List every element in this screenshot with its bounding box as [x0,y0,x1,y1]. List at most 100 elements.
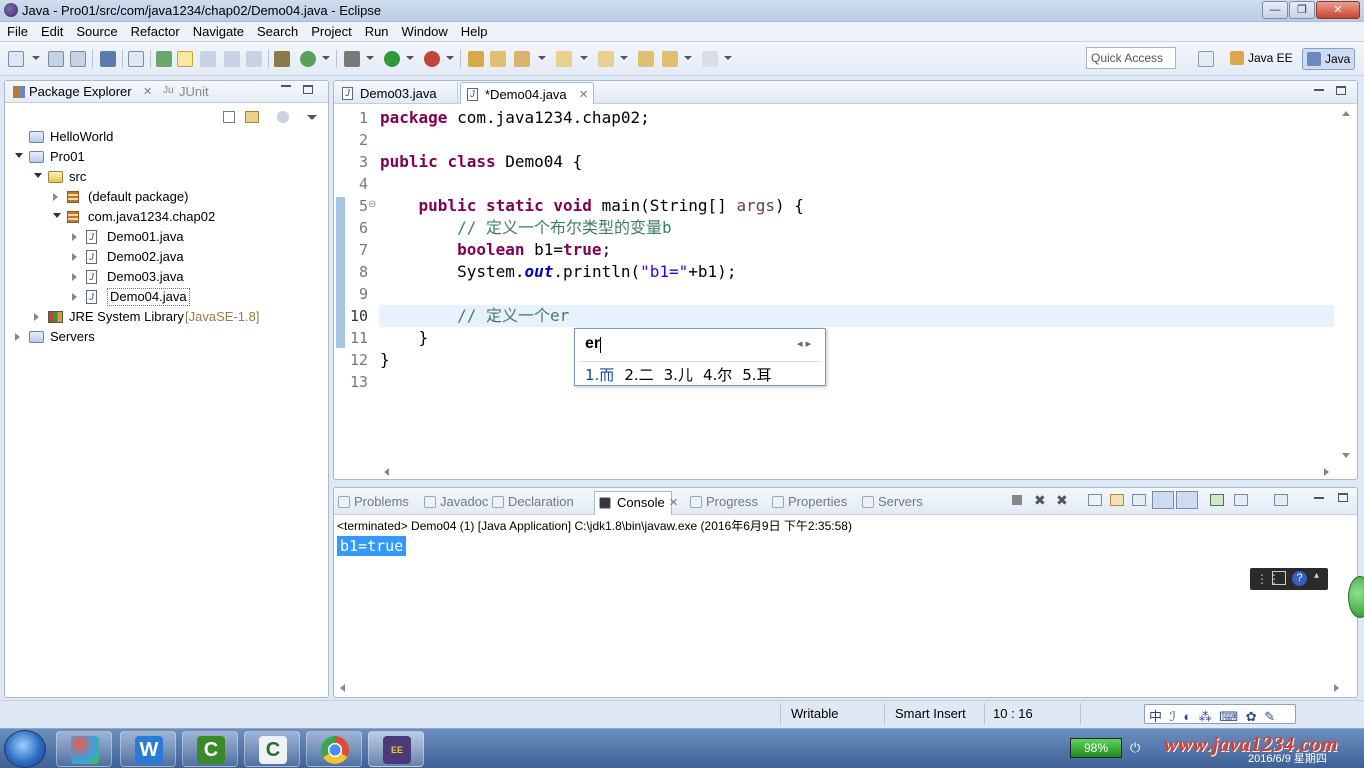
server-icon[interactable] [274,51,290,67]
task-dropdown-icon[interactable] [580,56,588,60]
minimize-console-icon[interactable] [1314,497,1324,499]
ime-status-bar[interactable]: 中 ℐ ◐ ⁂ ⌨ ✿ ✎ [1144,704,1296,724]
close-tab-icon[interactable]: ✕ [669,496,678,509]
code-line[interactable]: boolean b1=true; [380,239,611,261]
menu-refactor[interactable]: Refactor [124,22,186,42]
power-plug-icon[interactable]: ⏻ [1130,740,1140,756]
collapsed-arrow-icon[interactable] [72,233,77,241]
minimize-view-icon[interactable] [281,85,291,87]
collapsed-arrow-icon[interactable] [72,253,77,261]
menu-file[interactable]: File [0,22,34,42]
last-edit-icon[interactable] [638,51,654,67]
terminate-icon[interactable] [1012,495,1022,505]
external-tools-dropdown-icon[interactable] [446,56,454,60]
clear-console-icon[interactable] [1088,494,1102,506]
tab-console[interactable]: Console ✕ [594,491,678,515]
new-class-icon[interactable] [514,51,530,67]
remove-launch-icon[interactable]: ✖ [1034,492,1046,509]
taskbar-app-camtasia-studio[interactable]: C [244,731,300,767]
tab-servers[interactable]: Servers [860,494,923,512]
tab-progress[interactable]: Progress [688,494,758,512]
floating-toolbar[interactable]: ⋮⋮ ? ▴ [1250,568,1328,590]
ime-candidate[interactable]: 3.儿 [664,364,693,385]
expanded-arrow-icon[interactable] [53,213,61,218]
menu-source[interactable]: Source [69,22,123,42]
refresh-dropdown-icon[interactable] [322,56,330,60]
horizontal-scrollbar[interactable] [380,465,1335,479]
tree-item[interactable]: J Demo04.java [5,287,325,307]
menu-search[interactable]: Search [250,22,304,42]
word-wrap-console-icon[interactable] [1132,494,1146,506]
terminal-icon[interactable] [100,51,116,67]
perspective-java-ee[interactable]: Java EE [1226,48,1297,70]
code-line[interactable]: package com.java1234.chap02; [380,107,650,129]
external-tools-icon[interactable] [424,51,440,67]
tree-item[interactable]: J Demo01.java [5,227,325,247]
menu-run[interactable]: Run [358,22,395,42]
close-tab-icon[interactable]: ✕ [143,85,152,98]
code-line[interactable]: // 定义一个er [380,305,569,327]
taskbar-app-word[interactable]: W [120,731,176,767]
scroll-up-icon[interactable] [1342,111,1350,116]
show-whitespace-icon[interactable] [246,51,262,67]
scroll-down-icon[interactable] [1342,453,1350,458]
tree-item[interactable]: Pro01 [5,147,325,167]
mark-occurrences-icon[interactable] [177,51,193,67]
debug-icon[interactable] [344,51,360,67]
menu-window[interactable]: Window [395,22,454,42]
collapse-icon[interactable]: ▴ [1314,570,1319,581]
block-selection-icon[interactable] [200,51,216,67]
collapsed-arrow-icon[interactable] [72,293,77,301]
menu-navigate[interactable]: Navigate [186,22,250,42]
forward-dropdown-icon[interactable] [724,56,732,60]
tree-item[interactable]: com.java1234.chap02 [5,207,325,227]
ime-candidate[interactable]: 1.而 [585,364,614,385]
focus-on-active-task-icon[interactable] [277,111,289,123]
collapsed-arrow-icon[interactable] [34,313,39,321]
close-tab-icon[interactable]: ✕ [579,88,588,101]
new-package-icon[interactable] [490,51,506,67]
perspective-java[interactable]: Java [1302,48,1356,70]
ime-page-arrows-icon[interactable]: ◂ ▸ [797,337,811,350]
ime-candidate-window[interactable]: er ◂ ▸ 1.而 2.二 3.儿 4.尔 5.耳 [574,328,826,386]
maximize-editor-icon[interactable] [1336,86,1346,95]
tab-demo04[interactable]: J *Demo04.java ✕ [460,82,594,104]
next-annotation-icon[interactable] [598,51,614,67]
code-line[interactable]: } [380,349,390,371]
tab-javadoc[interactable]: Javadoc [422,494,488,512]
save-all-icon[interactable] [70,51,86,67]
maximize-view-icon[interactable] [303,85,313,94]
open-task-icon[interactable] [556,51,572,67]
new-class-dropdown-icon[interactable] [538,56,546,60]
forward-icon[interactable] [702,51,718,67]
close-button[interactable]: ✕ [1316,1,1360,19]
maximize-button[interactable]: ❐ [1289,1,1315,19]
tab-declaration[interactable]: Declaration [490,494,574,512]
expanded-arrow-icon[interactable] [15,153,23,158]
tree-item[interactable]: J Demo02.java [5,247,325,267]
back-icon[interactable] [662,51,678,67]
ime-candidate[interactable]: 2.二 [624,364,653,385]
tree-item[interactable]: Servers [5,327,325,347]
refresh-icon[interactable] [300,51,316,67]
tree-item[interactable]: HelloWorld [5,127,325,147]
pin-console-icon[interactable] [1210,494,1224,506]
taskbar-date[interactable]: 2016/6/9 星期四 [1248,750,1327,766]
collapsed-arrow-icon[interactable] [15,333,20,341]
back-dropdown-icon[interactable] [684,56,692,60]
vertical-scrollbar[interactable] [1337,105,1355,463]
tree-item[interactable]: JRE System Library [JavaSE-1.8] [5,307,325,327]
start-button[interactable] [4,730,46,768]
annotation-dropdown-icon[interactable] [620,56,628,60]
ime-candidate[interactable]: 5.耳 [742,364,771,385]
fold-icon[interactable]: ⊖ [368,199,376,210]
taskbar-app-camtasia-recorder[interactable]: C [182,731,238,767]
run-icon[interactable] [384,51,400,67]
quick-access-input[interactable]: Quick Access [1086,47,1176,69]
collapsed-arrow-icon[interactable] [53,193,58,201]
menu-help[interactable]: Help [454,22,494,42]
minimize-button[interactable]: — [1262,1,1288,19]
code-line[interactable]: public class Demo04 { [380,151,582,173]
tree-item[interactable]: (default package) [5,187,325,207]
open-type-icon[interactable] [156,51,172,67]
